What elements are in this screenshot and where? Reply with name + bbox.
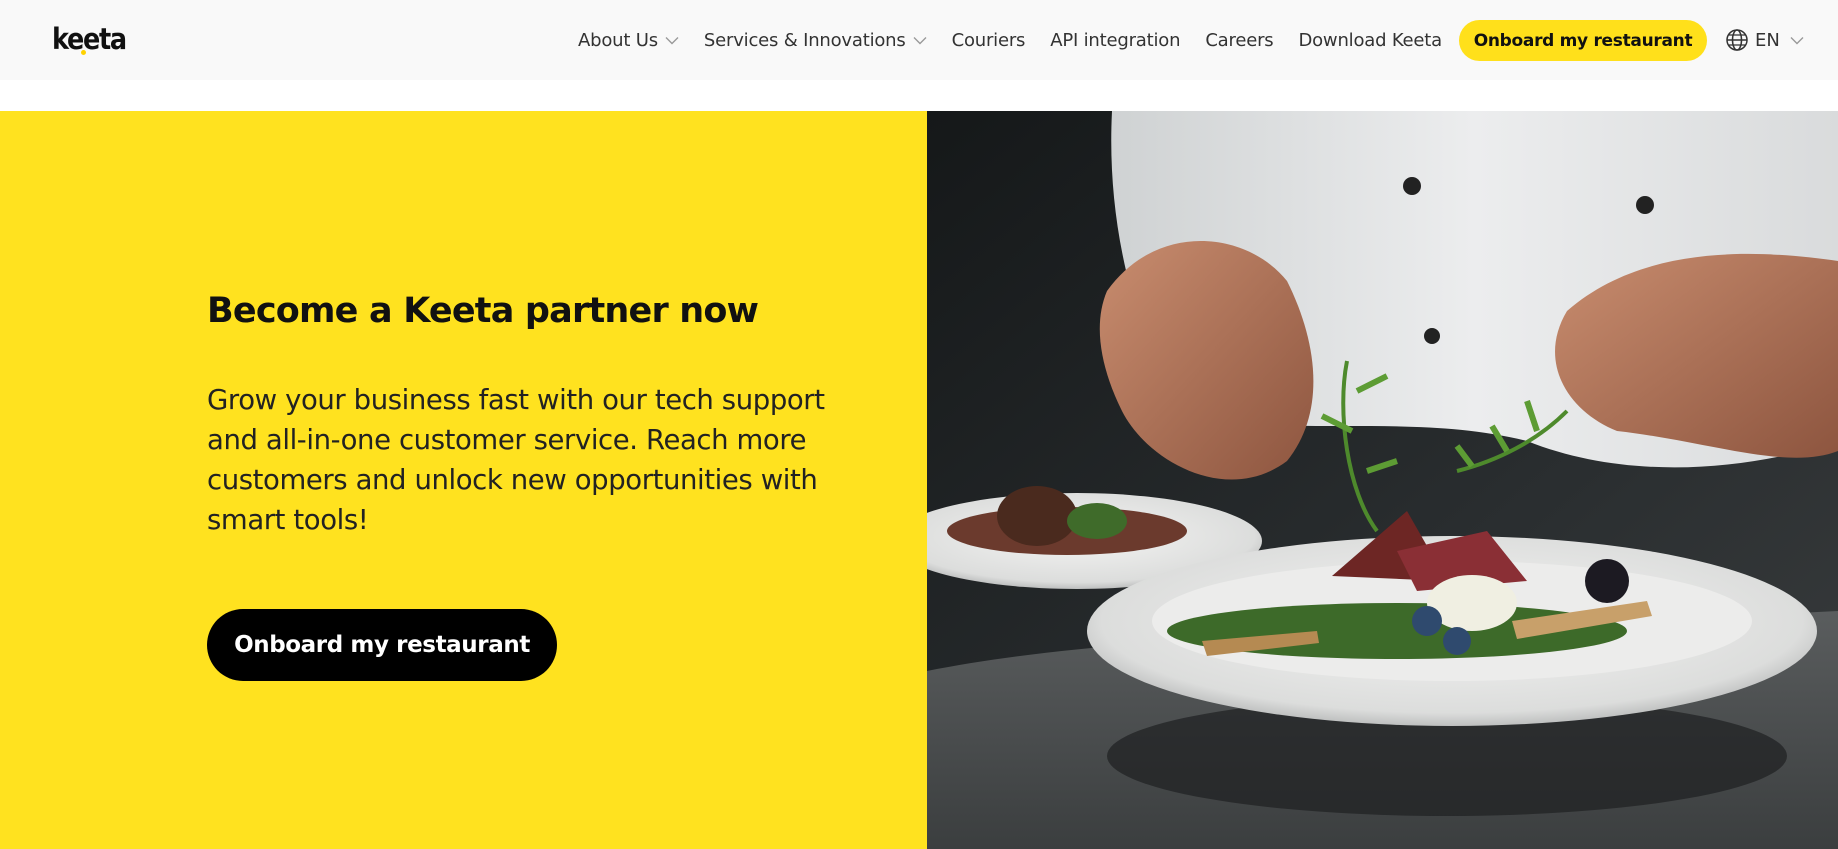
nav-download-label: Download Keeta (1298, 29, 1442, 51)
nav-about-us-label: About Us (578, 29, 658, 51)
nav-services-innovations[interactable]: Services & Innovations (704, 30, 927, 51)
nav-careers-label: Careers (1205, 29, 1274, 51)
globe-icon (1725, 28, 1749, 52)
nav-couriers-label: Couriers (951, 29, 1026, 51)
nav-careers[interactable]: Careers (1205, 30, 1273, 51)
top-header: keeta About Us Services & Innovations Co… (0, 0, 1838, 80)
hero-title: Become a Keeta partner now (207, 291, 759, 331)
nav-about-us[interactable]: About Us (578, 30, 679, 51)
chevron-down-icon (913, 33, 927, 47)
language-selector[interactable]: EN (1725, 24, 1804, 56)
nav-api-label: API integration (1050, 29, 1181, 51)
main-nav: About Us Services & Innovations Couriers… (578, 0, 1467, 80)
onboard-restaurant-header-button[interactable]: Onboard my restaurant (1459, 20, 1707, 61)
chevron-down-icon (1790, 36, 1804, 45)
language-label: EN (1755, 29, 1780, 51)
nav-services-label: Services & Innovations (703, 29, 906, 51)
nav-api-integration[interactable]: API integration (1050, 30, 1180, 51)
nav-couriers[interactable]: Couriers (952, 30, 1026, 51)
chevron-down-icon (665, 33, 679, 47)
keeta-logo[interactable]: keeta (52, 20, 136, 58)
chef-plating-photo (927, 111, 1838, 849)
onboard-restaurant-hero-button[interactable]: Onboard my restaurant (207, 609, 557, 681)
nav-download-keeta[interactable]: Download Keeta (1298, 30, 1442, 51)
logo-wordmark: keeta (52, 22, 127, 56)
logo-dot (81, 50, 86, 55)
hero-description: Grow your business fast with our tech su… (207, 384, 825, 536)
